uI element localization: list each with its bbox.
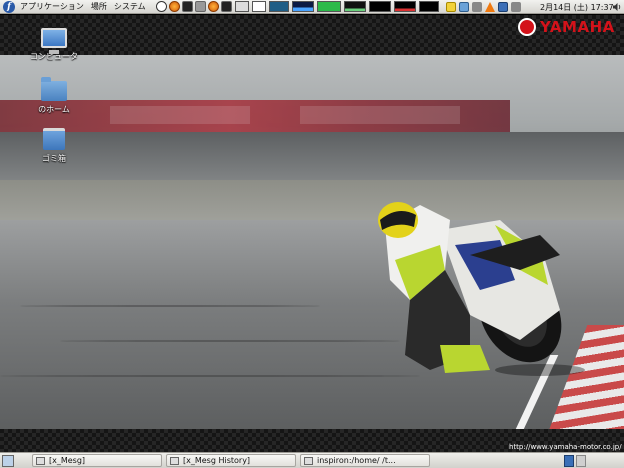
printer-icon[interactable] [510,1,521,12]
usb-device-icon[interactable] [471,1,482,12]
desktop-icon-label: のホーム [38,105,70,114]
home-folder-icon [41,77,67,101]
window-list-icon[interactable] [234,1,249,12]
launcher-group [155,1,234,12]
taskbar-item-label: [x_Mesg History] [183,456,251,465]
clock-launcher-icon[interactable] [155,1,167,12]
taskbar-item-terminal[interactable]: inspiron:/home/ /t... [300,454,430,467]
top-panel: f アプリケーション 場所 システム 2月14日 (土) 17:37 [0,0,624,14]
menu-applications[interactable]: アプリケーション [20,1,84,12]
workspace-switcher-2[interactable] [576,454,586,467]
clock[interactable]: 2月14日 (土) 17:37 [540,2,614,13]
taskbar-item-x-mesg-history[interactable]: [x_Mesg History] [166,454,296,467]
computer-icon [41,28,67,54]
terminal-icon [304,456,313,465]
trash-icon [43,128,65,150]
browser-launcher-icon[interactable] [207,1,219,12]
fedora-logo-icon[interactable]: f [3,0,15,13]
taskbar-item-x-mesg[interactable]: [x_Mesg] [32,454,162,467]
swap-graph[interactable] [343,1,366,12]
monitor-launcher-icon[interactable] [220,1,232,12]
desktop-icon-computer[interactable]: コンピュータ [24,28,84,62]
yamaha-logo: YAMAHA [518,18,615,36]
camera-launcher-icon[interactable] [194,1,206,12]
workspace-switcher-1[interactable] [564,454,574,467]
notification-tray [445,1,524,12]
memory-graph[interactable] [316,1,341,12]
desktop-wallpaper[interactable]: YAMAHA http://www.yamaha-motor.co.jp/ コン… [0,15,624,452]
terminal-launcher-icon[interactable] [181,1,193,12]
taskbar-item-label: [x_Mesg] [49,456,86,465]
taskbar-item-label: inspiron:/home/ /t... [317,456,396,465]
vlc-cone-icon[interactable] [484,1,495,12]
sticky-note-icon[interactable] [445,1,456,12]
desktop-icon-home[interactable]: のホーム [24,77,84,115]
desktop-icon-label: ゴミ箱 [42,154,66,163]
yamaha-logo-text: YAMAHA [540,18,615,36]
cpu-graph[interactable] [268,1,289,12]
network-icon[interactable] [497,1,508,12]
system-monitor-applets [234,0,442,14]
window-icon [36,456,45,465]
net-graph[interactable] [291,1,314,12]
motorcycle-rider-image [378,202,585,376]
yamaha-tuning-fork-icon [518,18,536,36]
wallpaper-url: http://www.yamaha-motor.co.jp/ [509,443,622,451]
volume-icon[interactable] [612,2,622,12]
firefox-launcher-icon[interactable] [168,1,180,12]
window-icon [170,456,179,465]
extra-graph[interactable] [418,1,439,12]
bottom-panel: [x_Mesg] [x_Mesg History] inspiron:/home… [0,452,624,468]
desktop-icon-trash[interactable]: ゴミ箱 [24,128,84,164]
show-desktop-icon[interactable] [2,454,14,467]
disk-graph[interactable] [393,1,416,12]
load-graph[interactable] [368,1,391,12]
menu-places[interactable]: 場所 [91,1,107,12]
blank-window-icon[interactable] [251,1,266,12]
menu-system[interactable]: システム [114,1,146,12]
wallpaper-photo [0,55,624,452]
image-viewer-icon[interactable] [458,1,469,12]
